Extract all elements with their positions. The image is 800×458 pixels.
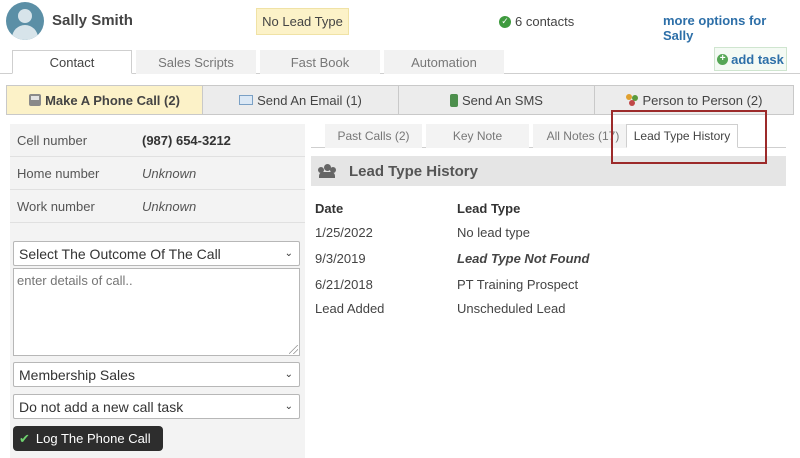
chevron-down-icon: ⌄: [284, 248, 293, 259]
history-date: 6/21/2018: [315, 276, 373, 292]
history-date: 9/3/2019: [315, 250, 366, 266]
log-phone-call-label: Log The Phone Call: [35, 431, 151, 446]
chevron-down-icon: ⌄: [284, 401, 293, 412]
check-circle-icon: ✓: [499, 15, 511, 28]
lead-type-badge[interactable]: No Lead Type: [256, 8, 349, 35]
contacts-count[interactable]: ✓ 6 contacts: [499, 14, 574, 29]
cell-number-label: Cell number: [17, 133, 88, 148]
history-date: 1/25/2022: [315, 224, 373, 240]
make-phone-call-tab[interactable]: Make A Phone Call (2): [7, 86, 203, 114]
sms-icon: [450, 93, 459, 107]
make-phone-call-label: Make A Phone Call (2): [45, 92, 180, 108]
highlight-annotation: [611, 110, 767, 164]
cell-number-row: Cell number (987) 654-3212: [10, 125, 305, 157]
lead-history-title: Lead Type History: [349, 162, 478, 180]
work-number-value: Unknown: [142, 199, 197, 214]
tab-contact[interactable]: Contact: [12, 50, 132, 74]
call-task-select[interactable]: Do not add a new call task ⌄: [13, 394, 300, 419]
history-lead-type: Lead Type Not Found: [457, 250, 590, 266]
history-lead-type: Unscheduled Lead: [457, 300, 566, 316]
cell-number-value[interactable]: (987) 654-3212: [142, 133, 231, 148]
log-phone-call-button[interactable]: ✔ Log The Phone Call: [13, 426, 163, 451]
person-to-person-label: Person to Person (2): [642, 92, 763, 108]
tab-automation[interactable]: Automation: [384, 50, 504, 74]
checkmark-icon: ✔: [19, 430, 30, 446]
plus-icon: +: [717, 53, 729, 65]
send-sms-tab[interactable]: Send An SMS: [399, 86, 595, 114]
table-row: 9/3/2019 Lead Type Not Found: [315, 248, 785, 268]
top-tabs: Contact Sales Scripts Fast Book Automati…: [0, 50, 800, 74]
send-email-label: Send An Email (1): [257, 92, 362, 108]
call-panel: Cell number (987) 654-3212 Home number U…: [10, 124, 305, 458]
history-lead-type: No lead type: [457, 224, 530, 240]
call-details-input[interactable]: [13, 268, 300, 356]
tab-sales-scripts[interactable]: Sales Scripts: [136, 50, 256, 74]
call-outcome-value: Select The Outcome Of The Call: [19, 245, 221, 262]
avatar-head-shape: [18, 9, 32, 23]
table-row: 6/21/2018 PT Training Prospect: [315, 274, 785, 294]
lead-history-header-row: Date Lead Type: [315, 198, 785, 218]
home-number-value: Unknown: [142, 166, 197, 181]
contact-name: Sally Smith: [52, 12, 133, 29]
home-number-label: Home number: [17, 166, 100, 181]
lead-type-column-header: Lead Type: [457, 200, 521, 216]
table-row: Lead Added Unscheduled Lead: [315, 298, 785, 318]
tab-past-calls[interactable]: Past Calls (2): [325, 124, 422, 148]
call-category-select[interactable]: Membership Sales ⌄: [13, 362, 300, 387]
tab-key-note[interactable]: Key Note: [426, 124, 529, 148]
work-number-row: Work number Unknown: [10, 191, 305, 223]
history-date: Lead Added: [315, 300, 385, 316]
call-outcome-select[interactable]: Select The Outcome Of The Call ⌄: [13, 241, 300, 266]
avatar-body-shape: [12, 25, 38, 40]
avatar[interactable]: [6, 2, 44, 40]
more-options-link[interactable]: more options for Sally: [663, 13, 800, 43]
chevron-down-icon: ⌄: [284, 369, 293, 380]
tab-fast-book[interactable]: Fast Book: [260, 50, 380, 74]
home-number-row: Home number Unknown: [10, 158, 305, 190]
send-sms-label: Send An SMS: [462, 92, 543, 108]
add-task-button[interactable]: + add task: [714, 47, 787, 71]
call-category-value: Membership Sales: [19, 366, 135, 383]
contacts-count-label: 6 contacts: [515, 14, 575, 29]
add-task-label: add task: [731, 51, 784, 67]
work-number-label: Work number: [17, 199, 95, 214]
group-icon: [318, 164, 336, 178]
table-row: 1/25/2022 No lead type: [315, 222, 785, 242]
date-column-header: Date: [315, 200, 344, 216]
call-task-value: Do not add a new call task: [19, 398, 184, 415]
people-icon: [625, 94, 639, 106]
phone-icon: [29, 94, 42, 106]
send-email-tab[interactable]: Send An Email (1): [203, 86, 399, 114]
history-lead-type: PT Training Prospect: [457, 276, 579, 292]
email-icon: [239, 95, 254, 105]
